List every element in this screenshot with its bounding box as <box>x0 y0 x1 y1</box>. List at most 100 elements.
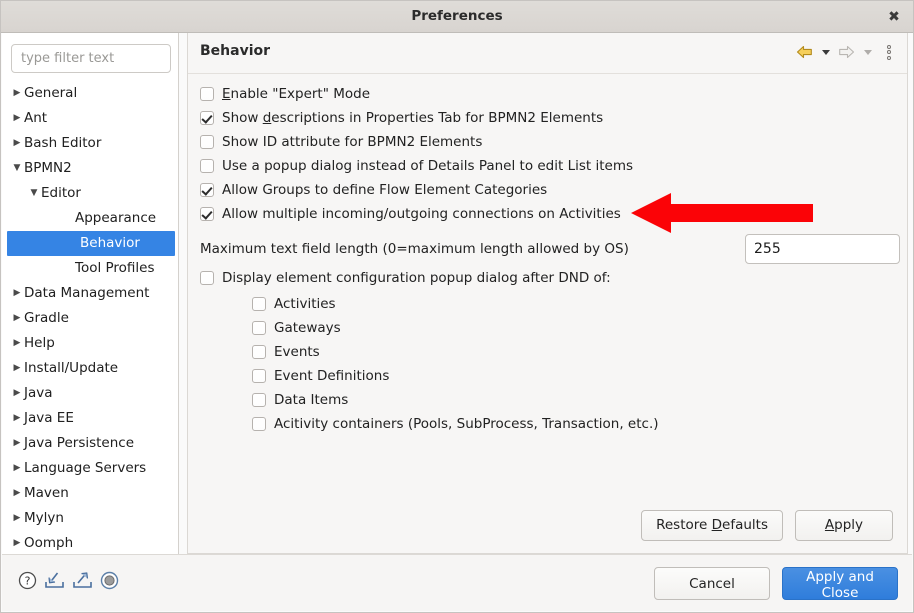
sidebar-item-general[interactable]: ▶ General <box>2 81 178 106</box>
sidebar-item-tool-profiles[interactable]: Tool Profiles <box>2 256 178 281</box>
chevron-right-icon[interactable]: ▶ <box>10 456 24 481</box>
sidebar-item-behavior[interactable]: Behavior <box>7 231 175 256</box>
back-arrow-icon[interactable] <box>794 41 815 63</box>
export-icon[interactable] <box>72 571 93 594</box>
close-icon[interactable]: ✖ <box>883 6 905 28</box>
dnd-parent-row[interactable]: Display element configuration popup dial… <box>200 266 907 290</box>
search-input[interactable] <box>11 44 171 73</box>
chevron-right-icon[interactable]: ▶ <box>10 431 24 456</box>
dnd-event-definitions-checkbox[interactable] <box>252 369 266 383</box>
sidebar-item-label: BPMN2 <box>24 160 72 176</box>
chevron-right-icon[interactable]: ▶ <box>10 506 24 531</box>
option-allow-multiple-incoming-outgoing-connect-row[interactable]: Allow multiple incoming/outgoing connect… <box>200 202 907 226</box>
sidebar-item-label: Bash Editor <box>24 135 102 151</box>
option-show-descriptions-in-properties-tab-for--checkbox[interactable] <box>200 111 214 125</box>
option-enable-expert-mode-checkbox[interactable] <box>200 87 214 101</box>
apply-button[interactable]: Apply <box>795 510 893 541</box>
chevron-right-icon[interactable]: ▶ <box>10 306 24 331</box>
dnd-events-checkbox[interactable] <box>252 345 266 359</box>
sidebar-item-mylyn[interactable]: ▶ Mylyn <box>2 506 178 531</box>
sidebar-item-label: Language Servers <box>24 460 147 476</box>
chevron-down-icon[interactable]: ▼ <box>27 181 41 206</box>
max-text-field-label: Maximum text field length (0=maximum len… <box>200 241 629 257</box>
chevron-right-icon[interactable]: ▶ <box>10 406 24 431</box>
sidebar-item-label: Gradle <box>24 310 69 326</box>
behavior-options-group: Enable "Expert" Mode Show descriptions in… <box>188 82 907 226</box>
option-show-descriptions-in-properties-tab-for--row[interactable]: Show descriptions in Properties Tab for … <box>200 106 907 130</box>
sidebar-item-label: Java EE <box>24 410 74 426</box>
chevron-right-icon[interactable]: ▶ <box>10 381 24 406</box>
footer-buttons: Cancel Apply and Close <box>654 567 898 601</box>
dnd-acitivity-containers-pools-subprocess-tr-label: Acitivity containers (Pools, SubProcess,… <box>274 416 659 432</box>
chevron-right-icon[interactable]: ▶ <box>10 481 24 506</box>
dnd-events-row[interactable]: Events <box>252 340 907 364</box>
sidebar-item-java-ee[interactable]: ▶ Java EE <box>2 406 178 431</box>
chevron-right-icon[interactable]: ▶ <box>10 531 24 554</box>
oomph-recorder-icon[interactable] <box>100 571 119 594</box>
sidebar-item-java-persistence[interactable]: ▶ Java Persistence <box>2 431 178 456</box>
chevron-right-icon[interactable]: ▶ <box>10 281 24 306</box>
sidebar-item-maven[interactable]: ▶ Maven <box>2 481 178 506</box>
sidebar-item-bpmn2[interactable]: ▼ BPMN2 <box>2 156 178 181</box>
sidebar-item-appearance[interactable]: Appearance <box>2 206 178 231</box>
filter-input-wrapper <box>11 44 171 73</box>
option-show-id-attribute-for-bpmn2-elements-checkbox[interactable] <box>200 135 214 149</box>
chevron-right-icon[interactable]: ▶ <box>10 81 24 106</box>
back-history-dropdown-icon[interactable] <box>818 41 833 63</box>
sidebar-item-label: Appearance <box>75 210 157 226</box>
preferences-content-panel: Behavior Enable "Expert" Mode Show descr… <box>187 33 908 554</box>
preferences-window: Preferences ✖ ▶General▶Ant▶Bash Editor▼B… <box>0 0 914 613</box>
dnd-activities-row[interactable]: Activities <box>252 292 907 316</box>
import-icon[interactable] <box>44 571 65 594</box>
dnd-acitivity-containers-pools-subprocess-tr-row[interactable]: Acitivity containers (Pools, SubProcess,… <box>252 412 907 436</box>
forward-history-dropdown-icon[interactable] <box>860 41 875 63</box>
sidebar-item-help[interactable]: ▶ Help <box>2 331 178 356</box>
cancel-button[interactable]: Cancel <box>654 567 770 600</box>
help-icon[interactable]: ? <box>18 571 37 594</box>
dnd-gateways-checkbox[interactable] <box>252 321 266 335</box>
option-show-id-attribute-for-bpmn2-elements-row[interactable]: Show ID attribute for BPMN2 Elements <box>200 130 907 154</box>
option-use-a-popup-dialog-instead-of-details-pa-row[interactable]: Use a popup dialog instead of Details Pa… <box>200 154 907 178</box>
sidebar-item-data-management[interactable]: ▶ Data Management <box>2 281 178 306</box>
preferences-tree[interactable]: ▶ General ▶ Ant ▶ Bash Editor ▼ BPMN2 ▼ Editor App… <box>2 81 178 554</box>
sidebar-item-bash-editor[interactable]: ▶ Bash Editor <box>2 131 178 156</box>
sidebar-item-gradle[interactable]: ▶ Gradle <box>2 306 178 331</box>
chevron-right-icon[interactable]: ▶ <box>10 331 24 356</box>
restore-defaults-button[interactable]: Restore Defaults <box>641 510 783 541</box>
dnd-data-items-row[interactable]: Data Items <box>252 388 907 412</box>
sidebar-item-label: Java Persistence <box>24 435 135 451</box>
sidebar-item-java[interactable]: ▶ Java <box>2 381 178 406</box>
vertical-dots-menu-icon[interactable] <box>878 41 899 63</box>
max-text-field-input[interactable] <box>745 234 900 264</box>
dnd-event-definitions-row[interactable]: Event Definitions <box>252 364 907 388</box>
chevron-right-icon[interactable]: ▶ <box>10 131 24 156</box>
dnd-events-label: Events <box>274 344 320 360</box>
option-use-a-popup-dialog-instead-of-details-pa-label: Use a popup dialog instead of Details Pa… <box>222 158 634 174</box>
option-enable-expert-mode-row[interactable]: Enable "Expert" Mode <box>200 82 907 106</box>
dnd-acitivity-containers-pools-subprocess-tr-checkbox[interactable] <box>252 417 266 431</box>
dnd-data-items-checkbox[interactable] <box>252 393 266 407</box>
sidebar-item-ant[interactable]: ▶ Ant <box>2 106 178 131</box>
apply-and-close-button[interactable]: Apply and Close <box>782 567 898 601</box>
chevron-right-icon[interactable]: ▶ <box>10 356 24 381</box>
preferences-sidebar: ▶General▶Ant▶Bash Editor▼BPMN2▼EditorApp… <box>2 33 179 554</box>
forward-arrow-icon[interactable] <box>836 41 857 63</box>
dnd-activities-label: Activities <box>274 296 336 312</box>
sidebar-item-install-update[interactable]: ▶ Install/Update <box>2 356 178 381</box>
content-header: Behavior <box>188 33 907 74</box>
dnd-parent-checkbox[interactable] <box>200 271 214 285</box>
option-allow-groups-to-define-flow-element-cate-row[interactable]: Allow Groups to define Flow Element Cate… <box>200 178 907 202</box>
dnd-gateways-row[interactable]: Gateways <box>252 316 907 340</box>
sidebar-item-editor[interactable]: ▼ Editor <box>2 181 178 206</box>
apply-label: Apply <box>824 517 864 533</box>
dnd-activities-checkbox[interactable] <box>252 297 266 311</box>
chevron-down-icon[interactable]: ▼ <box>10 156 24 181</box>
option-use-a-popup-dialog-instead-of-details-pa-checkbox[interactable] <box>200 159 214 173</box>
chevron-right-icon[interactable]: ▶ <box>10 106 24 131</box>
dnd-items-group: Activities Gateways Events Event Definition… <box>200 292 907 436</box>
sidebar-item-language-servers[interactable]: ▶ Language Servers <box>2 456 178 481</box>
option-allow-multiple-incoming-outgoing-connect-checkbox[interactable] <box>200 207 214 221</box>
option-allow-groups-to-define-flow-element-cate-checkbox[interactable] <box>200 183 214 197</box>
sidebar-item-oomph[interactable]: ▶ Oomph <box>2 531 178 554</box>
sidebar-item-label: Tool Profiles <box>75 260 155 276</box>
